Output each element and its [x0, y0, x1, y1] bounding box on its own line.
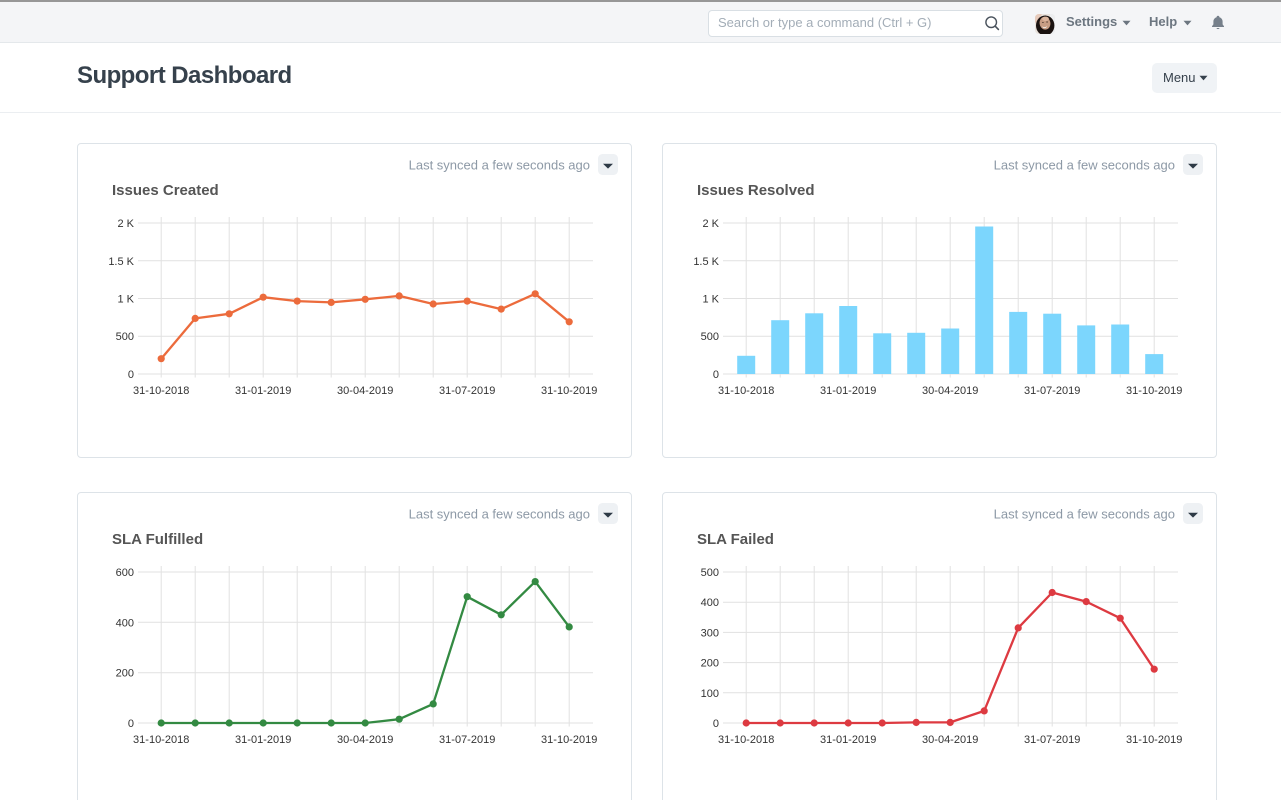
svg-text:Issues Created: Issues Created [112, 182, 219, 199]
svg-text:31-01-2019: 31-01-2019 [235, 385, 291, 397]
svg-text:0: 0 [713, 369, 719, 381]
svg-text:500: 500 [701, 567, 719, 579]
svg-text:400: 400 [116, 617, 134, 629]
svg-text:31-10-2018: 31-10-2018 [718, 385, 774, 397]
svg-text:SLA Fulfilled: SLA Fulfilled [112, 531, 203, 548]
svg-text:31-07-2019: 31-07-2019 [1024, 734, 1080, 746]
svg-text:31-10-2018: 31-10-2018 [718, 734, 774, 746]
svg-text:300: 300 [701, 627, 719, 639]
svg-text:31-01-2019: 31-01-2019 [235, 734, 291, 746]
svg-text:31-07-2019: 31-07-2019 [1024, 385, 1080, 397]
svg-text:30-04-2019: 30-04-2019 [922, 734, 978, 746]
svg-text:1.5 K: 1.5 K [108, 255, 134, 267]
svg-text:500: 500 [701, 331, 719, 343]
svg-text:31-10-2018: 31-10-2018 [133, 385, 189, 397]
svg-text:31-07-2019: 31-07-2019 [439, 734, 495, 746]
svg-text:31-10-2019: 31-10-2019 [1126, 385, 1182, 397]
svg-text:1.5 K: 1.5 K [693, 255, 719, 267]
svg-text:31-01-2019: 31-01-2019 [820, 385, 876, 397]
svg-text:31-01-2019: 31-01-2019 [820, 734, 876, 746]
svg-text:0: 0 [128, 718, 134, 730]
svg-text:31-10-2019: 31-10-2019 [541, 734, 597, 746]
svg-text:31-10-2018: 31-10-2018 [133, 734, 189, 746]
svg-text:2 K: 2 K [117, 218, 134, 230]
svg-text:Last synced a few seconds ago: Last synced a few seconds ago [409, 157, 590, 172]
svg-text:1 K: 1 K [117, 293, 134, 305]
svg-text:Issues Resolved: Issues Resolved [697, 182, 815, 199]
svg-text:31-10-2019: 31-10-2019 [541, 385, 597, 397]
svg-text:Last synced a few seconds ago: Last synced a few seconds ago [409, 506, 590, 521]
svg-text:30-04-2019: 30-04-2019 [337, 385, 393, 397]
svg-text:2 K: 2 K [702, 218, 719, 230]
svg-text:200: 200 [701, 657, 719, 669]
svg-text:Last synced a few seconds ago: Last synced a few seconds ago [994, 157, 1175, 172]
svg-text:100: 100 [701, 687, 719, 699]
svg-text:0: 0 [128, 369, 134, 381]
svg-text:500: 500 [116, 331, 134, 343]
svg-text:0: 0 [713, 718, 719, 730]
svg-text:200: 200 [116, 667, 134, 679]
svg-text:31-07-2019: 31-07-2019 [439, 385, 495, 397]
svg-text:Last synced a few seconds ago: Last synced a few seconds ago [994, 506, 1175, 521]
svg-text:600: 600 [116, 567, 134, 579]
svg-text:SLA Failed: SLA Failed [697, 531, 774, 548]
svg-text:1 K: 1 K [702, 293, 719, 305]
svg-text:31-10-2019: 31-10-2019 [1126, 734, 1182, 746]
svg-text:30-04-2019: 30-04-2019 [922, 385, 978, 397]
svg-text:400: 400 [701, 597, 719, 609]
svg-text:30-04-2019: 30-04-2019 [337, 734, 393, 746]
